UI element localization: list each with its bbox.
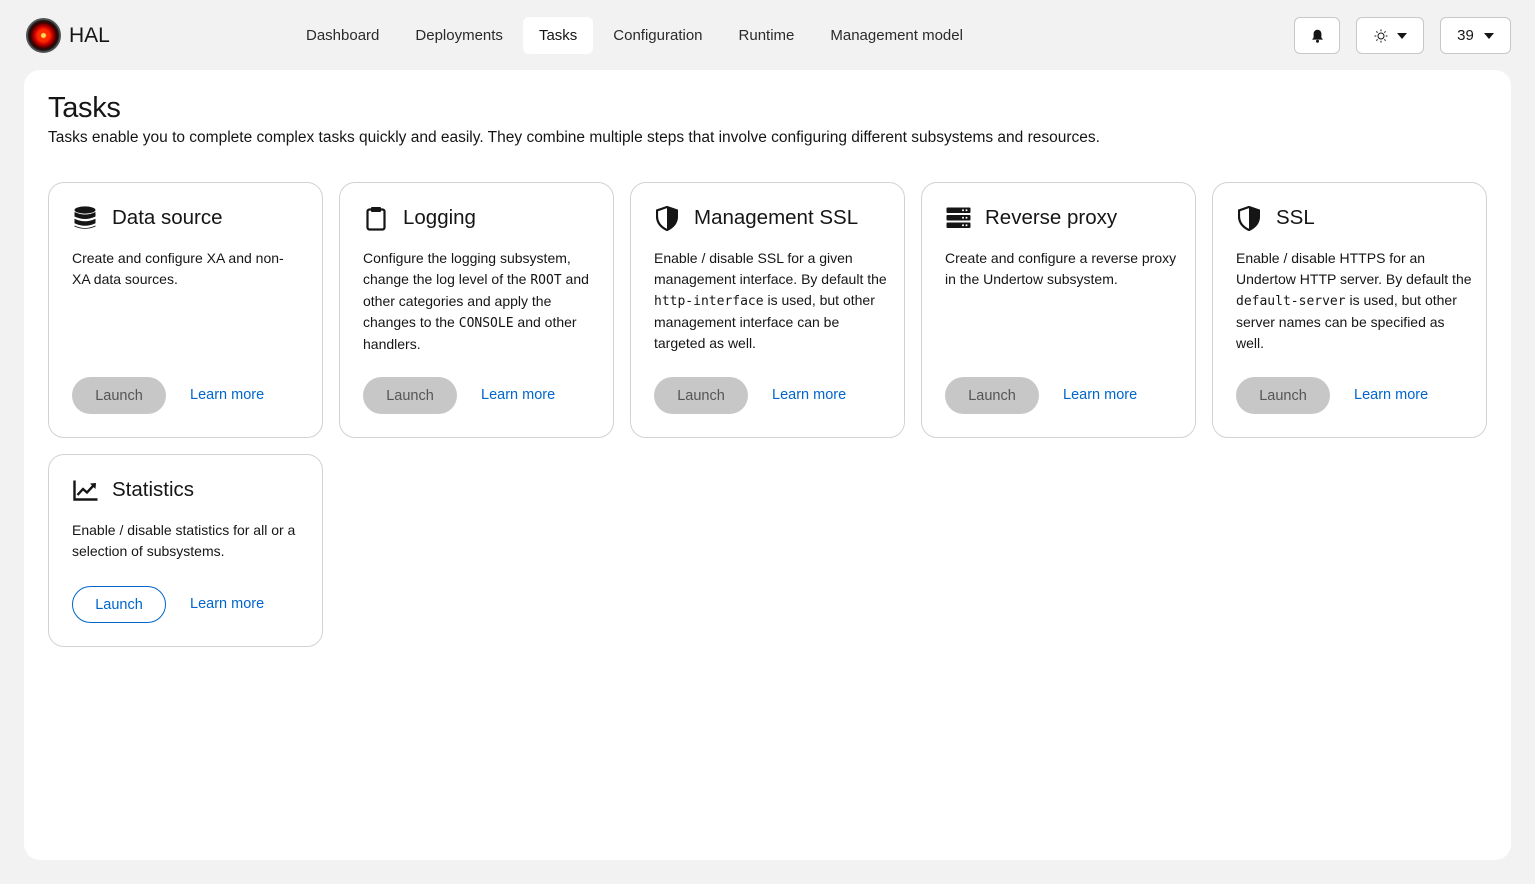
card-description: Create and configure a reverse proxy in … [945, 248, 1181, 290]
card-title: Statistics [112, 478, 195, 501]
card-title: Reverse proxy [985, 206, 1118, 229]
nav-item-dashboard[interactable]: Dashboard [290, 17, 395, 54]
launch-button[interactable]: Launch [1236, 377, 1330, 414]
learn-more-link[interactable]: Learn more [190, 596, 264, 612]
sun-icon [1374, 29, 1387, 42]
chart-line-icon [72, 477, 98, 503]
task-card-logging: Logging Configure the logging subsystem,… [339, 182, 614, 438]
card-title: Management SSL [694, 206, 859, 229]
card-description-text: Enable / disable statistics for all or a… [72, 522, 296, 559]
nav-item-runtime[interactable]: Runtime [723, 17, 811, 54]
card-description-text: Create and configure a reverse proxy in … [945, 250, 1177, 287]
notifications-button[interactable] [1294, 17, 1340, 54]
learn-more-link[interactable]: Learn more [772, 387, 846, 403]
launch-button[interactable]: Launch [72, 586, 166, 623]
nav-item-tasks[interactable]: Tasks [522, 17, 594, 54]
brand[interactable]: HAL [26, 18, 110, 53]
task-card-data-source: Data source Create and configure XA and … [48, 182, 323, 438]
card-description-line: XA data sources. [72, 271, 178, 287]
task-card-ssl: SSL Enable / disable HTTPS for an Undert… [1212, 182, 1487, 438]
learn-more-link[interactable]: Learn more [190, 387, 264, 403]
nav-item-management-model[interactable]: Management model [814, 17, 979, 54]
bell-icon [1311, 29, 1323, 43]
card-description: Enable / disable HTTPS for an Undertow H… [1236, 248, 1472, 354]
launch-button[interactable]: Launch [654, 377, 748, 414]
chevron-down-icon [1396, 32, 1407, 39]
database-icon [72, 205, 98, 231]
code-root: ROOT [530, 273, 562, 288]
launch-button[interactable]: Launch [72, 377, 166, 414]
version-label: 39 [1457, 27, 1474, 44]
nav-item-deployments[interactable]: Deployments [399, 17, 519, 54]
server-icon [945, 205, 971, 231]
app-name: HAL [69, 23, 110, 47]
learn-more-link[interactable]: Learn more [1063, 387, 1137, 403]
task-card-reverse-proxy: Reverse proxy Create and configure a rev… [921, 182, 1196, 438]
learn-more-link[interactable]: Learn more [481, 387, 555, 403]
learn-more-link[interactable]: Learn more [1354, 387, 1428, 403]
launch-button[interactable]: Launch [945, 377, 1039, 414]
clipboard-icon [363, 205, 389, 231]
masthead: HAL Dashboard Deployments Tasks Configur… [0, 0, 1535, 70]
version-dropdown[interactable]: 39 [1440, 17, 1511, 54]
card-description: Enable / disable statistics for all or a… [72, 520, 308, 562]
card-description: Create and configure XA and non- XA data… [72, 248, 308, 290]
shield-icon [654, 205, 680, 231]
page-description: Tasks enable you to complete complex tas… [48, 129, 1100, 146]
chevron-down-icon [1483, 32, 1494, 39]
main-nav: Dashboard Deployments Tasks Configuratio… [290, 17, 983, 54]
task-card-management-ssl: Management SSL Enable / disable SSL for … [630, 182, 905, 438]
card-description-text: Enable / disable HTTPS for an Undertow H… [1236, 250, 1472, 287]
theme-dropdown[interactable] [1356, 17, 1424, 54]
card-description-line: Create and configure XA and non- [72, 250, 284, 266]
card-title: Logging [403, 206, 476, 229]
card-description-text: Enable / disable SSL for a given managem… [654, 250, 887, 287]
page-title: Tasks [48, 92, 121, 124]
card-description: Configure the logging subsystem, change … [363, 248, 599, 355]
hal-eye-logo [26, 18, 61, 53]
launch-button[interactable]: Launch [363, 377, 457, 414]
code-console: CONSOLE [458, 316, 514, 331]
card-description: Enable / disable SSL for a given managem… [654, 248, 890, 354]
card-title: Data source [112, 206, 223, 229]
code-default-server: default-server [1236, 294, 1346, 309]
code-http-interface: http-interface [654, 294, 764, 309]
nav-item-configuration[interactable]: Configuration [597, 17, 718, 54]
card-title: SSL [1276, 206, 1315, 229]
main-content: Tasks Tasks enable you to complete compl… [24, 70, 1511, 860]
task-card-statistics: Statistics Enable / disable statistics f… [48, 454, 323, 647]
shield-icon [1236, 205, 1262, 231]
